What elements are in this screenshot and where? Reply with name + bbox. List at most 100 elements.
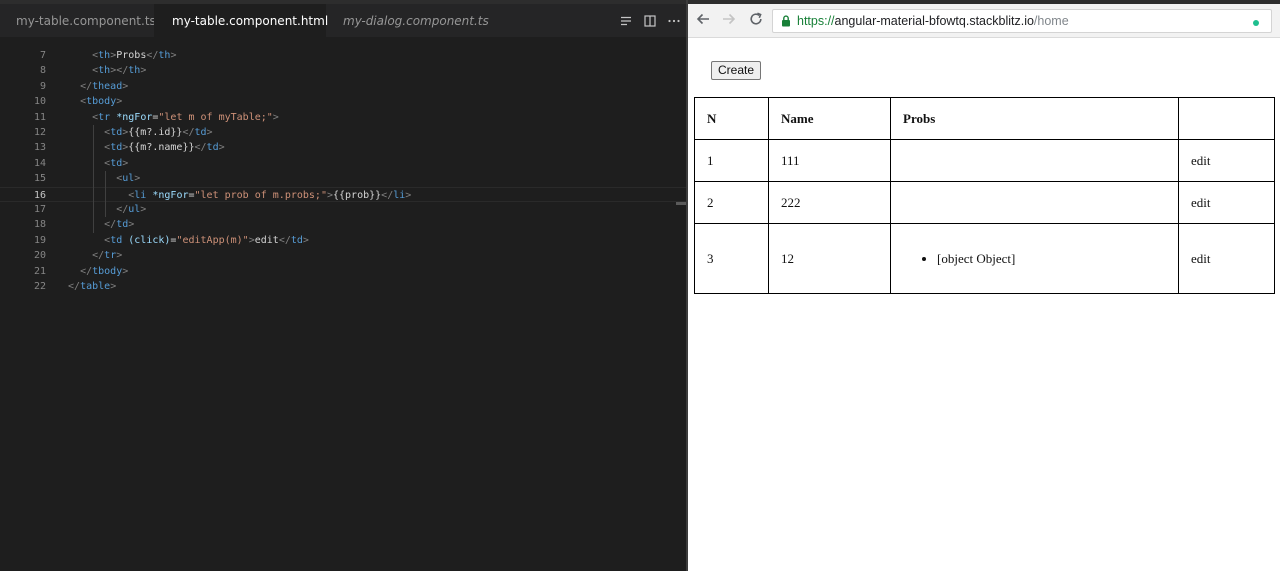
url-path: /home bbox=[1033, 14, 1069, 28]
line-number: 20 bbox=[33, 250, 46, 262]
code-token: </ bbox=[146, 50, 159, 61]
forward-button[interactable] bbox=[719, 12, 739, 30]
code-token: < bbox=[56, 189, 135, 201]
code-token: *ngFor bbox=[152, 189, 189, 201]
column-header-probs: Probs bbox=[890, 97, 1179, 140]
table-header-row: N Name Probs bbox=[694, 97, 1275, 140]
code-token: "let prob of m.probs;" bbox=[194, 189, 327, 201]
line-number: 9 bbox=[39, 80, 46, 92]
code-line: 11 <tr *ngFor="let m of myTable;"> bbox=[0, 110, 686, 125]
code-line: 22 </table> bbox=[0, 279, 686, 294]
code-token: < bbox=[56, 234, 111, 246]
list-item: [object Object] bbox=[937, 251, 1166, 267]
code-editor: my-table.component.ts my-table.component… bbox=[0, 4, 686, 571]
code-token: > bbox=[302, 234, 309, 246]
code-token: {{m?.name}} bbox=[128, 142, 195, 154]
address-bar[interactable]: https://angular-material-bfowtq.stackbli… bbox=[772, 9, 1272, 33]
code-line: 9 </thead> bbox=[0, 79, 686, 94]
data-table: N Name Probs 1 111 edit 2 222 edit 3 12 … bbox=[694, 97, 1275, 294]
line-number: 17 bbox=[33, 204, 46, 215]
code-token: </ bbox=[194, 142, 207, 154]
code-token: ></ bbox=[110, 65, 129, 77]
code-text: <li *ngFor="let prob of m.probs;">{{prob… bbox=[56, 188, 411, 203]
extension-status-icon[interactable] bbox=[1253, 20, 1259, 26]
code-token: > bbox=[116, 96, 123, 108]
code-line: 17 </ul> bbox=[0, 202, 686, 217]
cell-name: 12 bbox=[768, 223, 891, 294]
more-actions-icon[interactable] bbox=[662, 15, 686, 27]
code-text: </table> bbox=[56, 279, 116, 294]
create-button[interactable]: Create bbox=[711, 61, 762, 80]
back-button[interactable] bbox=[693, 12, 713, 30]
url-scheme: https:// bbox=[797, 14, 835, 28]
code-text: <tbody> bbox=[56, 94, 122, 109]
code-token: > bbox=[116, 250, 123, 262]
cell-probs bbox=[890, 139, 1179, 182]
code-token: > bbox=[206, 127, 213, 138]
line-number: 19 bbox=[33, 234, 46, 246]
code-token: {{m?.id}} bbox=[128, 127, 183, 138]
code-line: 19 <td (click)="editApp(m)">edit</td> bbox=[0, 233, 686, 248]
code-text: <ul> bbox=[56, 171, 140, 186]
page-content: Create N Name Probs 1 111 edit 2 222 edi… bbox=[688, 38, 1280, 571]
code-token: </ bbox=[56, 281, 81, 292]
code-token: td bbox=[110, 157, 123, 169]
cell-probs bbox=[890, 181, 1179, 224]
code-token: *ngFor bbox=[116, 111, 153, 123]
code-token: > bbox=[405, 189, 412, 201]
code-text: </tr> bbox=[56, 248, 122, 263]
edit-link[interactable]: edit bbox=[1191, 251, 1211, 266]
code-token: > bbox=[122, 80, 129, 92]
indent-guide bbox=[93, 125, 95, 233]
editor-scrollbar[interactable] bbox=[676, 202, 686, 205]
code-line-partial bbox=[0, 30, 686, 37]
code-line: 13 <td>{{m?.name}}</td> bbox=[0, 140, 686, 155]
edit-cell[interactable]: edit bbox=[1178, 223, 1275, 294]
line-number: 22 bbox=[33, 281, 46, 292]
code-token: thead bbox=[92, 80, 123, 92]
code-line: 21 </tbody> bbox=[0, 264, 686, 279]
code-line: 15 <ul> bbox=[0, 171, 686, 186]
code-token: edit bbox=[254, 234, 279, 246]
cell-n: 1 bbox=[694, 139, 769, 182]
code-line: 7 <th>Probs</th> bbox=[0, 48, 686, 63]
code-token: th bbox=[128, 65, 141, 77]
code-text: <td>{{m?.name}}</td> bbox=[56, 140, 225, 155]
code-token: </ bbox=[56, 265, 93, 277]
table-row: 3 12 [object Object] edit bbox=[694, 223, 1275, 294]
outline-icon[interactable] bbox=[614, 15, 638, 27]
tab-label: my-table.component.html bbox=[172, 13, 329, 28]
code-token: tbody bbox=[92, 265, 123, 277]
code-token: < bbox=[56, 65, 99, 77]
line-number: 11 bbox=[33, 111, 46, 123]
code-token: > bbox=[272, 111, 279, 123]
code-token: < bbox=[56, 96, 87, 108]
reload-button[interactable] bbox=[746, 12, 766, 30]
code-token: td bbox=[194, 127, 207, 138]
code-token: "let m of myTable;" bbox=[158, 111, 273, 123]
edit-link[interactable]: edit bbox=[1191, 153, 1211, 168]
tab-label: my-dialog.component.ts bbox=[343, 13, 489, 28]
code-token: </ bbox=[56, 219, 117, 231]
code-token: </ bbox=[381, 189, 394, 201]
code-token: "editApp(m)" bbox=[176, 234, 249, 246]
code-token: </ bbox=[56, 250, 105, 262]
code-token: td bbox=[110, 142, 123, 154]
line-number: 16 bbox=[33, 189, 46, 201]
code-text: </tbody> bbox=[56, 264, 128, 279]
code-text: <td (click)="editApp(m)">edit</td> bbox=[56, 233, 309, 248]
code-token: table bbox=[80, 281, 111, 292]
code-token: td bbox=[206, 142, 219, 154]
browser-preview: https://angular-material-bfowtq.stackbli… bbox=[688, 4, 1280, 571]
code-token: > bbox=[122, 265, 129, 277]
edit-link[interactable]: edit bbox=[1191, 195, 1211, 210]
line-number: 13 bbox=[33, 142, 46, 154]
code-token: < bbox=[56, 142, 111, 154]
tab-label: my-table.component.ts bbox=[16, 13, 156, 28]
edit-cell[interactable]: edit bbox=[1178, 139, 1275, 182]
edit-cell[interactable]: edit bbox=[1178, 181, 1275, 224]
split-editor-icon[interactable] bbox=[638, 14, 662, 27]
code-token: ul bbox=[128, 204, 141, 215]
code-token: > bbox=[218, 142, 225, 154]
code-text: <th></th> bbox=[56, 63, 146, 78]
